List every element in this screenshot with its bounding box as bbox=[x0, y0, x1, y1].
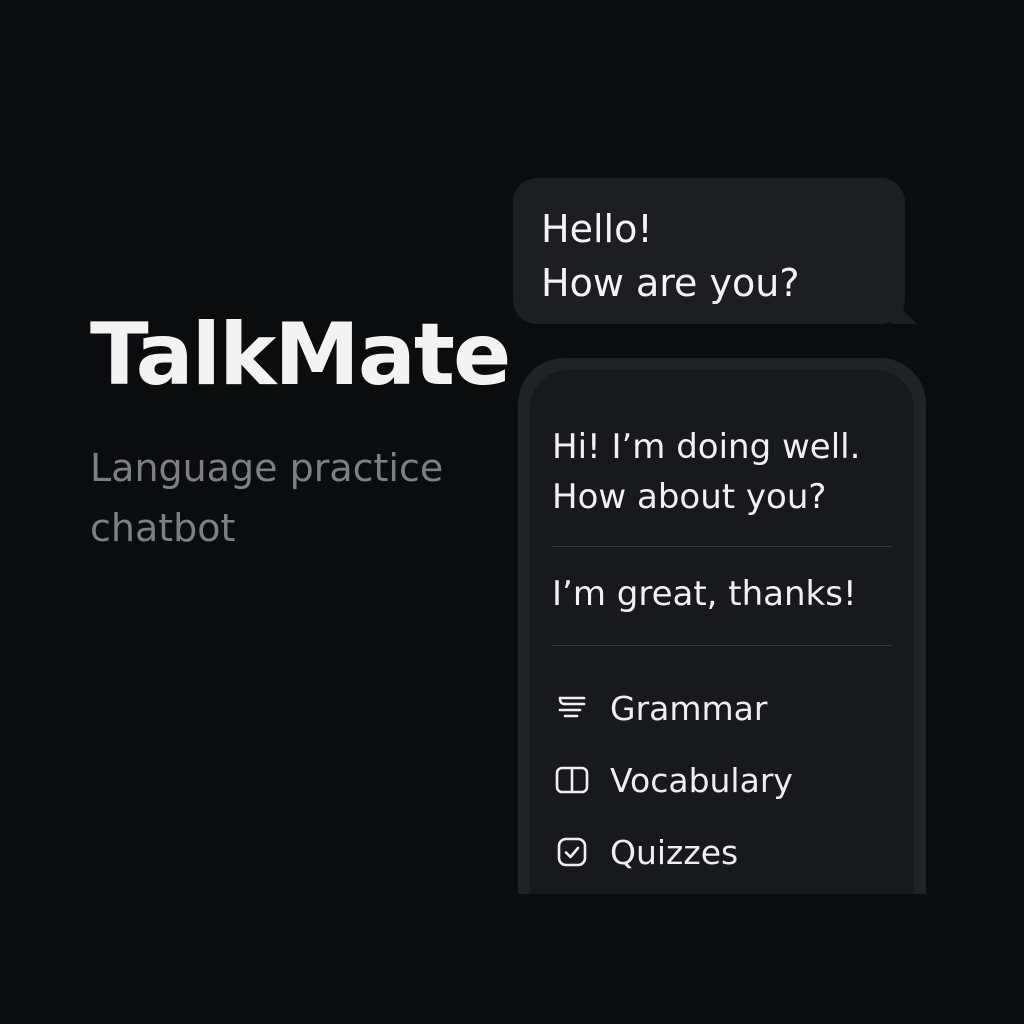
feature-menu: Grammar Vocabulary Quizzes bbox=[552, 646, 892, 888]
phone-screen: Hi! I’m doing well. How about you? I’m g… bbox=[530, 370, 914, 894]
bot-reply-line-2: How about you? bbox=[552, 477, 827, 517]
stage: TalkMate Language practice chatbot Hello… bbox=[0, 0, 1024, 1024]
bot-reply-line-1: Hi! I’m doing well. bbox=[552, 427, 861, 467]
grammar-lines-icon bbox=[552, 688, 592, 728]
feature-item-grammar[interactable]: Grammar bbox=[552, 672, 892, 744]
bot-reply: Hi! I’m doing well. How about you? bbox=[552, 422, 892, 546]
phone-frame: Hi! I’m doing well. How about you? I’m g… bbox=[518, 358, 926, 894]
bubble-tail bbox=[891, 298, 917, 324]
app-title: TalkMate bbox=[90, 305, 511, 405]
feature-label-grammar: Grammar bbox=[610, 688, 768, 728]
bubble-line-1: Hello! bbox=[541, 207, 653, 251]
app-subtitle: Language practice chatbot bbox=[90, 446, 444, 550]
bubble-line-2: How are you? bbox=[541, 261, 800, 305]
feature-label-vocabulary: Vocabulary bbox=[610, 760, 793, 800]
feature-item-vocabulary[interactable]: Vocabulary bbox=[552, 744, 892, 816]
incoming-chat-bubble: Hello! How are you? bbox=[513, 178, 917, 324]
check-square-icon bbox=[552, 832, 592, 872]
feature-label-quizzes: Quizzes bbox=[610, 832, 739, 872]
brand-block: TalkMate Language practice chatbot bbox=[90, 305, 511, 558]
book-icon bbox=[552, 760, 592, 800]
feature-item-quizzes[interactable]: Quizzes bbox=[552, 816, 892, 888]
user-message: I’m great, thanks! bbox=[552, 574, 857, 614]
